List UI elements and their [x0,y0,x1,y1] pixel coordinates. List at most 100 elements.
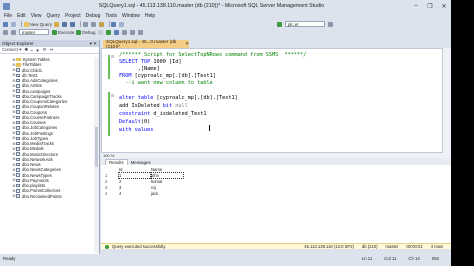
open-file-button[interactable] [54,21,60,27]
column-header-name[interactable]: Name [151,167,183,172]
refresh-icon[interactable]: ⟳ [43,47,47,53]
ssms-app-icon [3,2,10,10]
toolbar-separator [108,21,110,27]
menu-file[interactable]: File [4,13,12,19]
display-plan-button[interactable] [113,29,120,35]
video-frame: SQLQuery1.sql - 45.113.138.110.master (d… [0,0,474,266]
table-row[interactable]: 3 3 raj [105,185,183,190]
window-title: SQLQuery1.sql - 45.113.138.110.master (d… [98,3,325,9]
editor-scrollbar[interactable] [443,48,451,153]
execute-label: Execute [58,29,75,35]
object-tree: ⊞ System Tables ⊞ FileTables ⊞ dbo.Child1 ⊞ db.… [0,57,95,253]
database-combo[interactable]: master [19,29,49,35]
folder-icon [16,63,21,67]
redo-button[interactable] [119,21,125,27]
search-combo[interactable]: plc.et [285,21,326,27]
menu-edit[interactable]: Edit [17,13,26,19]
cut-button[interactable] [82,21,89,27]
keyword: alter table [119,95,154,101]
paste-button[interactable] [98,21,105,27]
undo-button[interactable] [111,21,117,27]
save-button[interactable] [62,21,68,27]
table-icon [16,178,20,183]
status-ready: Ready [3,255,16,261]
cell-id[interactable]: 1 [118,172,152,179]
table-icon [16,131,20,135]
pin-icon[interactable]: ▾ ✕ [90,41,97,47]
table-icon [16,78,20,83]
menu-help[interactable]: Help [145,13,155,19]
forward-button[interactable] [11,21,17,27]
table-icon [16,173,20,177]
new-query-button[interactable]: New Query [23,21,52,27]
forward-arrow-icon [11,21,16,27]
save-all-button[interactable] [70,21,76,27]
tree-item-label: dbo.JobTypes [22,135,49,141]
menu-debug[interactable]: Debug [86,13,101,19]
object-explorer-title: Object Explorer [2,41,34,46]
column-header-id[interactable]: Id [119,167,151,172]
change-indicator [108,92,110,136]
table-icon [16,157,20,162]
filter-icon[interactable]: ▼ [36,48,40,53]
menu-bar: File Edit View Query Project Debug Tools… [0,12,451,20]
cell-name[interactable]: john [150,172,184,179]
cancel-query-button[interactable] [97,29,104,35]
menu-query[interactable]: Query [46,13,60,19]
debug-button[interactable]: Debug [76,29,96,35]
success-icon [105,244,109,249]
search-icon [328,21,334,27]
table-icon [16,68,20,72]
maximize-button[interactable]: ❐ [423,0,437,12]
change-connection-button[interactable] [11,29,17,35]
connect-icon[interactable]: ✱ [24,47,28,53]
results-grid-button[interactable] [121,29,128,35]
tree-item[interactable]: ⊞ dbo.ReclaimedPoints [0,194,95,199]
query-editor[interactable]: ⊟ ⊟ /****** Script for SelectTopNRows co… [101,48,443,153]
disconnect-icon[interactable]: ▪ [31,48,33,53]
code-line-7: add IsDeleted bit null [119,103,188,109]
copy-button[interactable] [90,21,97,27]
cell-name[interactable]: jack [151,191,183,196]
close-button[interactable]: ✕ [437,0,451,12]
tree-item-label: dbo.PointsCollectors [22,188,61,194]
cell-id[interactable]: 2 [119,179,151,184]
back-button[interactable] [3,21,9,27]
plan-icon [113,29,119,35]
connect-dropdown[interactable]: Connect ▾ [2,47,21,53]
table-row[interactable]: 2 2 kumar [105,179,183,184]
menu-tools[interactable]: Tools [105,13,117,19]
cell-id[interactable]: 4 [119,191,151,196]
cell-name[interactable]: raj [151,185,183,190]
parse-button[interactable] [105,29,112,35]
menu-window[interactable]: Window [122,13,140,19]
comment-button[interactable] [129,29,136,35]
table-icon [16,136,20,141]
fold-toggle-icon[interactable]: ⊟ [111,93,114,98]
fold-toggle-icon[interactable]: ⊟ [111,54,114,59]
close-tab-icon[interactable]: ✕ [185,41,189,47]
start-button[interactable] [277,21,283,27]
paste-icon [98,21,104,27]
table-row[interactable]: 1 1 john [105,172,184,179]
cell-name[interactable]: kumar [151,179,183,184]
document-tab-strip: SQLQuery1.sql - 45...0.master (db (210))… [101,39,451,49]
scrollbar-thumb[interactable] [95,127,98,167]
execute-button[interactable]: Execute [52,29,74,35]
menu-view[interactable]: View [31,13,42,19]
sync-icon[interactable]: ⇸ [49,47,53,53]
object-explorer-scrollbar[interactable] [94,57,99,253]
menu-project[interactable]: Project [65,13,81,19]
table-icon [16,141,20,146]
tree-item-label: System Tables [22,57,50,63]
connect-button[interactable] [3,29,9,35]
minimize-button[interactable]: – [409,0,423,12]
find-button[interactable] [328,21,334,27]
table-row[interactable]: 4 4 jack [105,191,183,196]
tree-item-label: dbo.NetworkAds [22,156,53,162]
sql-editor-toolbar: master Execute Debug [0,28,451,36]
indent-button[interactable] [137,29,144,35]
object-explorer-toolbar: Connect ▾ ✱ ▪ ▼ ⟳ ⇸ [0,47,99,54]
tab-sqlquery1[interactable]: SQLQuery1.sql - 45...0.master (db (210))… [103,39,189,49]
cell-id[interactable]: 3 [119,185,151,190]
